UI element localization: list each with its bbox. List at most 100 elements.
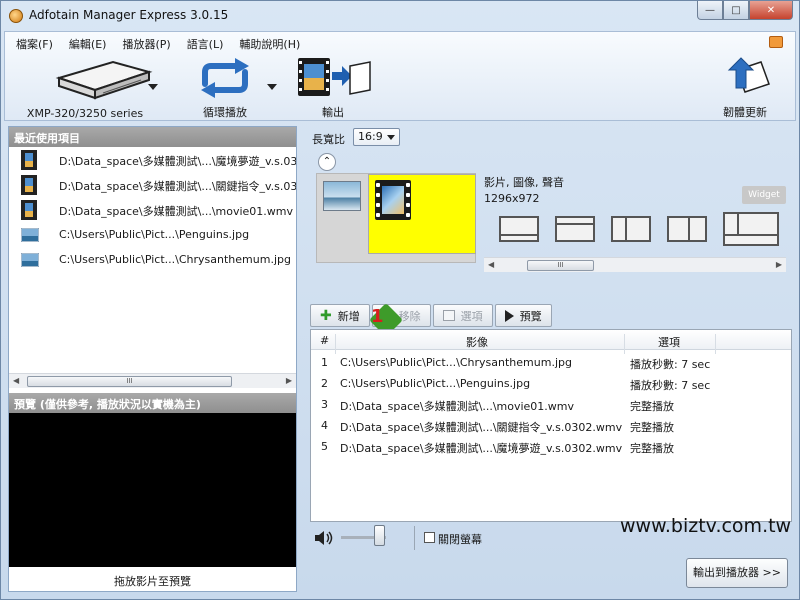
playlist-actions: ✚ 新增 ✕ 移除 選項 預覽: [310, 304, 552, 327]
menu-edit[interactable]: 編輯(E): [68, 35, 108, 53]
row-path: D:\Data_space\多媒體測試\...\movie01.wmv: [340, 400, 575, 413]
table-row[interactable]: 1 C:\Users\Public\Pict...\Chrysanthemum.…: [311, 352, 791, 373]
layout-template-1[interactable]: [499, 216, 539, 242]
add-button[interactable]: ✚ 新增: [310, 304, 370, 327]
image-file-icon: [21, 228, 39, 242]
layout-template-3[interactable]: [611, 216, 651, 242]
maximize-button[interactable]: □: [723, 1, 749, 20]
firmware-update-tool[interactable]: 韌體更新: [705, 54, 785, 119]
toolbar-divider: [414, 526, 415, 550]
menu-language[interactable]: 語言(L): [186, 35, 225, 53]
row-option: 完整播放: [630, 400, 674, 413]
media-zone[interactable]: [368, 174, 476, 254]
player-dropdown-arrow-icon[interactable]: [148, 84, 158, 90]
recent-item-path: D:\Data_space\多媒體測試\...\movie01.wmv: [59, 205, 294, 218]
recent-item[interactable]: C:\Users\Public\Pict...\Penguins.jpg: [9, 222, 296, 247]
output-film-icon: [298, 58, 371, 96]
video-file-icon: [21, 200, 37, 220]
menu-bar: 檔案(F) 編輯(E) 播放器(P) 語言(L) 輔助說明(H): [15, 35, 301, 53]
recent-item[interactable]: D:\Data_space\多媒體測試\...\魔境夢遊_v.s.03: [9, 147, 296, 172]
preview-screen[interactable]: [9, 413, 296, 567]
options-button[interactable]: 選項: [432, 304, 493, 327]
firmware-update-label: 韌體更新: [723, 106, 767, 119]
row-option: 播放秒數: 7 sec: [630, 379, 711, 392]
column-media[interactable]: 影像: [466, 334, 488, 350]
screen-layout-canvas[interactable]: [316, 173, 476, 263]
table-row[interactable]: 4 D:\Data_space\多媒體測試\...\關鍵指令_v.s.0302.…: [311, 415, 791, 436]
firmware-update-icon: [727, 57, 770, 93]
editor-area: 長寬比 16:9 ⌃ 影片, 圖像, 聲音 1296x972 Widget ◀ …: [304, 126, 794, 592]
layout-templates-scrollbar[interactable]: ◀ III ▶: [484, 257, 786, 272]
layout-scroll-thumb[interactable]: III: [527, 260, 594, 271]
background-image-thumbnail[interactable]: [323, 181, 361, 211]
row-path: D:\Data_space\多媒體測試\...\魔境夢遊_v.s.0302.wm…: [340, 442, 623, 455]
row-path: C:\Users\Public\Pict...\Chrysanthemum.jp…: [340, 356, 572, 369]
playlist-table-header: # 影像 選項: [311, 330, 791, 354]
left-pane: 最近使用項目 D:\Data_space\多媒體測試\...\魔境夢遊_v.s.…: [8, 126, 297, 592]
recent-item[interactable]: C:\Users\Public\Pict...\Chrysanthemum.jp…: [9, 247, 296, 272]
menu-file[interactable]: 檔案(F): [15, 35, 54, 53]
row-number: 2: [321, 377, 328, 390]
window-controls: — □ ✕: [697, 1, 793, 20]
export-to-player-button[interactable]: 輸出到播放器 >>: [686, 558, 788, 588]
row-number: 4: [321, 419, 328, 432]
loop-play-tool[interactable]: 循環播放: [175, 54, 275, 119]
loop-arrows-icon: [201, 58, 249, 98]
row-option: 完整播放: [630, 442, 674, 455]
table-row[interactable]: 3 D:\Data_space\多媒體測試\...\movie01.wmv 完整…: [311, 394, 791, 415]
row-option: 完整播放: [630, 421, 674, 434]
plus-icon: ✚: [320, 307, 332, 324]
layout-templates: [499, 212, 779, 246]
step-number: 1: [371, 306, 384, 327]
minimize-button[interactable]: —: [697, 1, 723, 20]
layout-template-5[interactable]: [723, 212, 779, 246]
preview-button[interactable]: 預覽: [494, 304, 552, 327]
aspect-ratio-select[interactable]: 16:9: [353, 128, 400, 146]
loop-dropdown-arrow-icon[interactable]: [267, 84, 277, 90]
collapse-up-icon[interactable]: ⌃: [318, 153, 336, 171]
column-number[interactable]: #: [320, 334, 329, 347]
recent-scroll-thumb[interactable]: III: [27, 376, 232, 387]
recent-list-scrollbar[interactable]: ◀ III ▶: [9, 373, 296, 388]
screen-off-checkbox[interactable]: [424, 532, 435, 543]
video-file-icon: [21, 150, 37, 170]
menu-player[interactable]: 播放器(P): [121, 35, 171, 53]
layout-template-4[interactable]: [667, 216, 707, 242]
app-window: Adfotain Manager Express 3.0.15 — □ ✕ 檔案…: [0, 0, 800, 600]
row-number: 3: [321, 398, 328, 411]
menu-toolbar-area: 檔案(F) 編輯(E) 播放器(P) 語言(L) 輔助說明(H) XMP-320…: [4, 31, 796, 121]
menu-help[interactable]: 輔助說明(H): [238, 35, 301, 53]
recent-items-list: D:\Data_space\多媒體測試\...\魔境夢遊_v.s.03 D:\D…: [9, 147, 296, 375]
output-tool[interactable]: 輸出: [288, 54, 378, 119]
widget-button[interactable]: Widget: [742, 186, 786, 204]
close-button[interactable]: ✕: [749, 1, 793, 20]
volume-icon[interactable]: [314, 530, 334, 546]
scroll-left-arrow-icon[interactable]: ◀: [488, 260, 494, 269]
chevron-down-icon: [387, 135, 395, 140]
window-title: Adfotain Manager Express 3.0.15: [29, 8, 229, 22]
player-select-tool[interactable]: XMP-320/3250 series: [15, 54, 155, 120]
screen-off-label: 關閉螢幕: [438, 533, 482, 546]
media-player-device-icon: [55, 60, 153, 100]
playlist-table: # 影像 選項 1 C:\Users\Public\Pict...\Chrysa…: [310, 329, 792, 522]
recent-item-path: C:\Users\Public\Pict...\Chrysanthemum.jp…: [59, 253, 291, 266]
preview-header: 預覽 (僅供參考, 播放狀況以實機為主): [9, 393, 296, 413]
office-help-icon[interactable]: [769, 36, 783, 48]
preview-drop-hint: 拖放影片至預覽: [9, 567, 296, 591]
layout-template-2[interactable]: [555, 216, 595, 242]
scroll-right-arrow-icon[interactable]: ▶: [776, 260, 782, 269]
row-path: C:\Users\Public\Pict...\Penguins.jpg: [340, 377, 531, 390]
table-row[interactable]: 5 D:\Data_space\多媒體測試\...\魔境夢遊_v.s.0302.…: [311, 436, 791, 457]
recent-item-path: C:\Users\Public\Pict...\Penguins.jpg: [59, 228, 250, 241]
row-number: 1: [321, 356, 328, 369]
recent-item[interactable]: D:\Data_space\多媒體測試\...\movie01.wmv: [9, 197, 296, 222]
recent-item[interactable]: D:\Data_space\多媒體測試\...\關鍵指令_v.s.03: [9, 172, 296, 197]
scroll-left-arrow-icon[interactable]: ◀: [13, 376, 19, 385]
scroll-right-arrow-icon[interactable]: ▶: [286, 376, 292, 385]
row-path: D:\Data_space\多媒體測試\...\關鍵指令_v.s.0302.wm…: [340, 421, 623, 434]
column-options[interactable]: 選項: [658, 334, 680, 350]
zone-type: 影片, 圖像, 聲音: [484, 176, 564, 189]
volume-slider-thumb[interactable]: [374, 525, 385, 546]
table-row[interactable]: 2 C:\Users\Public\Pict...\Penguins.jpg 播…: [311, 373, 791, 394]
row-number: 5: [321, 440, 328, 453]
